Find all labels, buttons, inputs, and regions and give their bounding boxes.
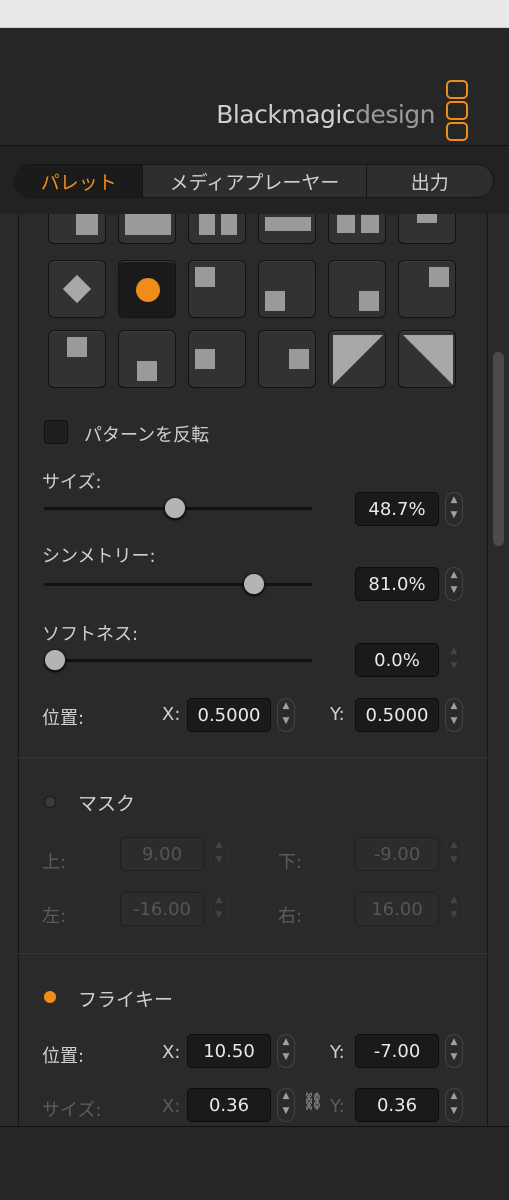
flykey-position-y-field[interactable]: -7.00 xyxy=(355,1034,439,1068)
mask-title: マスク xyxy=(78,793,136,815)
size-stepper[interactable]: ▲ ▼ xyxy=(445,492,463,526)
tab-output[interactable]: 出力 xyxy=(367,165,493,197)
link-icon[interactable]: ⛓ xyxy=(302,1092,324,1112)
pattern-bottom-center-box-button[interactable] xyxy=(118,330,176,388)
position-x-field[interactable]: 0.5000 xyxy=(187,698,271,732)
softness-value-field[interactable]: 0.0% xyxy=(355,643,439,677)
mask-bottom-stepper[interactable]: ▲ ▼ xyxy=(445,837,463,871)
flykey-size-x-label: X: xyxy=(162,1096,181,1117)
softness-stepper[interactable]: ▲ ▼ xyxy=(445,643,463,677)
pattern-top-center-box-button[interactable] xyxy=(48,330,106,388)
pattern-diagonal-right-button[interactable] xyxy=(398,330,456,388)
mask-right-field[interactable]: 16.00 xyxy=(355,892,439,926)
flykey-position-x-stepper[interactable]: ▲ ▼ xyxy=(277,1034,295,1068)
flykey-position-x-field[interactable]: 10.50 xyxy=(187,1034,271,1068)
mask-bottom-field[interactable]: -9.00 xyxy=(355,837,439,871)
position-y-field[interactable]: 0.5000 xyxy=(355,698,439,732)
flykey-title: フライキー xyxy=(78,989,174,1011)
segmented-tabs: パレット メディアプレーヤー 出力 xyxy=(14,164,494,198)
invert-pattern-label: パターンを反転 xyxy=(84,425,210,446)
flykey-size-label: サイズ: xyxy=(42,1100,102,1121)
position-x-label: X: xyxy=(162,704,181,725)
vertical-scrollbar[interactable] xyxy=(493,352,504,546)
flykey-size-x-field[interactable]: 0.36 xyxy=(187,1088,271,1122)
position-y-stepper[interactable]: ▲ ▼ xyxy=(445,698,463,732)
pattern-horizontal-bar-button[interactable] xyxy=(118,214,176,244)
mask-toggle-icon[interactable] xyxy=(44,796,56,808)
position-x-stepper[interactable]: ▲ ▼ xyxy=(277,698,295,732)
flykey-size-y-stepper[interactable]: ▲ ▼ xyxy=(445,1088,463,1122)
flykey-position-y-stepper[interactable]: ▲ ▼ xyxy=(445,1034,463,1068)
mask-top-stepper[interactable]: ▲ ▼ xyxy=(210,837,228,871)
pattern-cross-button[interactable] xyxy=(328,214,386,244)
softness-label: ソフトネス: xyxy=(42,624,139,645)
size-value-field[interactable]: 48.7% xyxy=(355,492,439,526)
pattern-right-center-box-button[interactable] xyxy=(258,330,316,388)
softness-slider-knob[interactable] xyxy=(44,649,66,671)
mask-right-label: 右: xyxy=(278,906,303,927)
pattern-vertical-split-button[interactable] xyxy=(188,214,246,244)
mask-bottom-label: 下: xyxy=(278,852,303,873)
flykey-toggle-icon[interactable] xyxy=(44,991,56,1003)
symmetry-value-field[interactable]: 81.0% xyxy=(355,567,439,601)
pattern-diagonal-left-button[interactable] xyxy=(328,330,386,388)
mask-right-stepper[interactable]: ▲ ▼ xyxy=(445,892,463,926)
brand-wordmark: Blackmagicdesign xyxy=(216,100,435,129)
size-label: サイズ: xyxy=(42,472,102,493)
flykey-size-y-field[interactable]: 0.36 xyxy=(355,1088,439,1122)
pattern-top-right-box-button[interactable] xyxy=(398,260,456,318)
flykey-size-x-stepper[interactable]: ▲ ▼ xyxy=(277,1088,295,1122)
mask-top-field[interactable]: 9.00 xyxy=(120,837,204,871)
flykey-size-y-label: Y: xyxy=(330,1096,345,1117)
symmetry-stepper[interactable]: ▲ ▼ xyxy=(445,567,463,601)
pattern-top-left-box-button[interactable] xyxy=(188,260,246,318)
pattern-vertical-bar-button[interactable] xyxy=(48,214,106,244)
size-slider-knob[interactable] xyxy=(163,497,186,519)
symmetry-slider-track[interactable] xyxy=(44,583,312,586)
section-divider xyxy=(18,757,488,758)
palette-scroll-area[interactable]: パターンを反転 サイズ: 48.7% ▲ ▼ シンメトリー: 81.0% ▲ ▼ ソ… xyxy=(0,214,509,1126)
flykey-position-y-label: Y: xyxy=(330,1042,345,1063)
pattern-corner-box-button[interactable] xyxy=(398,214,456,244)
window-titlebar xyxy=(0,0,509,28)
mask-left-stepper[interactable]: ▲ ▼ xyxy=(210,892,228,926)
pattern-bottom-right-box-button[interactable] xyxy=(328,260,386,318)
section-divider xyxy=(18,953,488,954)
position-label: 位置: xyxy=(42,708,85,729)
position-y-label: Y: xyxy=(330,704,345,725)
pattern-horizontal-split-button[interactable] xyxy=(258,214,316,244)
mask-left-label: 左: xyxy=(42,906,67,927)
flykey-position-x-label: X: xyxy=(162,1042,181,1063)
softness-slider-track[interactable] xyxy=(44,659,312,662)
pattern-bottom-left-box-button[interactable] xyxy=(258,260,316,318)
footer-bar xyxy=(0,1126,509,1200)
tab-bar: パレット メディアプレーヤー 出力 xyxy=(0,146,509,214)
tab-palette[interactable]: パレット xyxy=(15,165,144,197)
tab-media-player[interactable]: メディアプレーヤー xyxy=(143,165,367,197)
mask-left-field[interactable]: -16.00 xyxy=(120,892,204,926)
invert-pattern-checkbox[interactable] xyxy=(44,420,68,444)
pattern-left-center-box-button[interactable] xyxy=(188,330,246,388)
blackmagic-logo-icon xyxy=(446,80,468,143)
flykey-position-label: 位置: xyxy=(42,1046,85,1067)
symmetry-label: シンメトリー: xyxy=(42,546,156,567)
pattern-circle-button[interactable] xyxy=(118,260,176,318)
pattern-diamond-button[interactable] xyxy=(48,260,106,318)
mask-top-label: 上: xyxy=(42,852,67,873)
app-header: Blackmagicdesign xyxy=(0,28,509,146)
